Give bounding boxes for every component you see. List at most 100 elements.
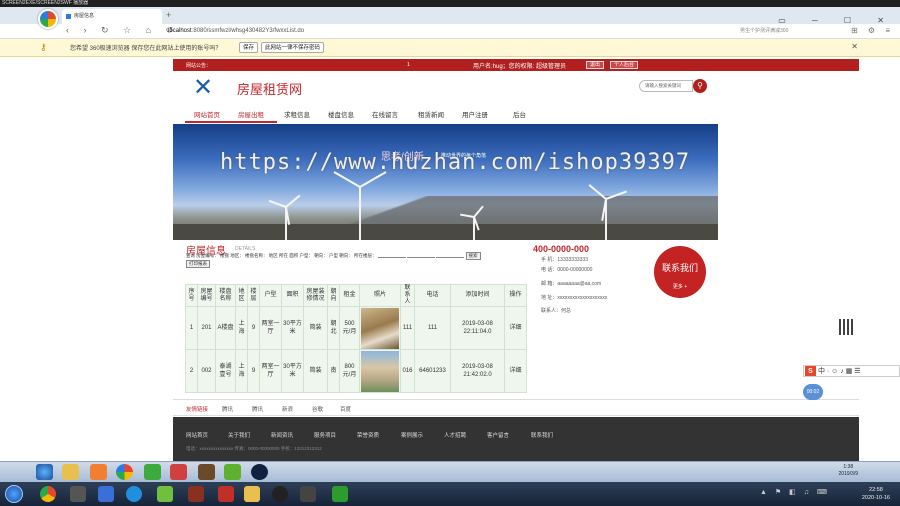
app-icon[interactable] (70, 486, 86, 502)
table-header-row: 序号 房屋编号 楼盘名称 地区 楼层 户型 面积 房屋装修情况 朝向 租金 照片… (185, 284, 527, 307)
nav-home[interactable]: 网站首页 (194, 109, 220, 119)
house-photo[interactable] (361, 350, 399, 392)
search-icon[interactable]: ⚲ (693, 79, 707, 93)
app-icon[interactable] (98, 486, 114, 502)
system-tray-icons[interactable]: ▲ ⚑ ◧ ♫ ⌨ (760, 488, 830, 496)
footer-link[interactable]: 关于我们 (228, 431, 250, 439)
banner-ground (173, 224, 718, 240)
logout-button[interactable]: 退出 (586, 61, 605, 69)
footer-link[interactable]: 案例展示 (401, 431, 423, 439)
footer-info: 电话：xxxxxxxxxxxxxxx 传真：0000-00000000 手机：1… (186, 446, 322, 451)
app-icon[interactable] (188, 486, 204, 502)
col-header: 地区 (235, 284, 248, 307)
folder-icon[interactable] (62, 464, 79, 480)
chrome-icon[interactable] (40, 486, 56, 502)
flash-icon[interactable] (218, 486, 234, 502)
inner-clock-date: 2019/3/9 (838, 471, 858, 477)
friend-link[interactable]: 谷歌 (312, 405, 323, 413)
filter-search-button[interactable]: 搜索 (465, 252, 481, 260)
site-footer: 网站首页 关于我们 新闻资讯 服务项目 荣誉资质 案例展示 人才招聘 客户留言 … (173, 417, 859, 461)
close-icon[interactable]: ✕ (851, 42, 858, 51)
browser-icon[interactable] (116, 464, 133, 480)
site-logo-icon[interactable]: ✕ (193, 76, 213, 100)
ime-tool-icons[interactable]: 中 · ☺ ♪ ▦ ☰ (818, 368, 861, 375)
print-report-button[interactable]: 打印报表 (186, 260, 210, 268)
app-icon[interactable] (332, 486, 348, 502)
ime-toolbar[interactable]: S 中 · ☺ ♪ ▦ ☰ (803, 365, 900, 377)
cell: 800元/月 (339, 349, 360, 393)
app-icon[interactable] (126, 486, 142, 502)
admin-center-button[interactable]: 个人后台 (610, 61, 639, 69)
footer-link[interactable]: 客户留言 (487, 431, 509, 439)
cell: 两室一厅 (259, 349, 282, 393)
nav-active-underline (185, 121, 277, 123)
footer-link[interactable]: 新闻资讯 (271, 431, 293, 439)
cell: 64601233 (414, 349, 451, 393)
cell: 南 (327, 349, 340, 393)
filter-input[interactable] (436, 253, 465, 259)
app-icon[interactable] (300, 486, 316, 502)
new-tab-button[interactable]: + (166, 10, 171, 20)
save-password-button[interactable]: 保存 (239, 42, 259, 53)
col-header: 添加时间 (450, 284, 505, 307)
browser-logo-icon[interactable] (38, 9, 58, 29)
start-icon[interactable] (36, 464, 53, 480)
friend-link[interactable]: 新浪 (282, 405, 293, 413)
qq-icon[interactable] (272, 486, 288, 502)
cell: 111 (414, 306, 451, 350)
cell: 016 (400, 349, 415, 393)
password-save-bar: ⚷ 您希望 360极速浏览器 保存您在此网站上使用的账号吗？ 保存 此网站一律不… (0, 39, 900, 57)
floating-widget[interactable]: 00:02 (803, 384, 823, 400)
friend-links-bar: 友情链接 腾讯 腾讯 新浪 谷歌 百度 (173, 399, 859, 416)
browser-tab[interactable]: 房屋信息 (62, 9, 162, 24)
browser-menu-icons[interactable]: ⊞ ⚙ ≡ (851, 26, 894, 35)
filter-input[interactable] (377, 253, 406, 259)
friend-link[interactable]: 腾讯 (222, 405, 233, 413)
windows-start-icon[interactable] (5, 485, 23, 503)
nav-register[interactable]: 用户注册 (462, 109, 488, 119)
media-icon[interactable] (90, 464, 107, 480)
footer-link[interactable]: 网站首页 (186, 431, 208, 439)
site-search-input[interactable]: 请输入搜索关键词 (639, 80, 693, 92)
app-icon[interactable] (170, 464, 187, 480)
browser-search-box[interactable]: 男生个护测评满减300 (730, 26, 820, 37)
sogou-ime-icon[interactable]: S (805, 366, 816, 376)
contact-us-badge[interactable]: 联系我们 更多 + (654, 246, 706, 298)
table-row: 2 002 泰湖壹号 上海 9 两室一厅 30平方米 简装 南 800元/月 0… (185, 349, 527, 393)
filter-input[interactable] (407, 253, 436, 259)
nav-news[interactable]: 租赁新闻 (418, 109, 444, 119)
col-header: 序号 (185, 284, 198, 307)
folder-icon[interactable] (244, 486, 260, 502)
col-header: 朝向 (327, 284, 340, 307)
cell: 简装 (303, 349, 328, 393)
password-save-message: 您希望 360极速浏览器 保存您在此网站上使用的账号吗？ (70, 46, 222, 52)
detail-link[interactable]: 详细 (504, 306, 527, 350)
friend-link[interactable]: 腾讯 (252, 405, 263, 413)
footer-link[interactable]: 人才招聘 (444, 431, 466, 439)
app-icon[interactable] (157, 486, 173, 502)
friend-link[interactable]: 百度 (340, 405, 351, 413)
tab-favicon-icon (66, 14, 71, 19)
nav-rent-out[interactable]: 房屋出租 (238, 109, 264, 119)
cell: 201 (197, 306, 216, 350)
never-save-button[interactable]: 此网站一律不保存密码 (261, 42, 325, 53)
nav-seek-rent[interactable]: 求租信息 (284, 109, 310, 119)
footer-link[interactable]: 服务项目 (314, 431, 336, 439)
app-icon[interactable] (198, 464, 215, 480)
house-photo[interactable] (361, 307, 399, 349)
app-icon[interactable] (251, 464, 268, 480)
cell: 1 (185, 306, 198, 350)
footer-link[interactable]: 联系我们 (531, 431, 553, 439)
detail-link[interactable]: 详细 (504, 349, 527, 393)
address-bar[interactable]: localhost:8080/ssmfwzl/whsg430482Y3/fwxx… (160, 25, 720, 37)
col-header: 联系人 (400, 284, 415, 307)
nav-messages[interactable]: 在线留言 (372, 109, 398, 119)
nav-buildings[interactable]: 楼盘信息 (328, 109, 354, 119)
contact-more-link[interactable]: 更多 + (654, 283, 706, 290)
url-host: localhost (168, 28, 192, 34)
footer-link[interactable]: 荣誉资质 (357, 431, 379, 439)
app-icon[interactable] (144, 464, 161, 480)
app-icon[interactable] (224, 464, 241, 480)
col-header: 楼层 (247, 284, 260, 307)
nav-admin[interactable]: 后台 (513, 109, 526, 119)
